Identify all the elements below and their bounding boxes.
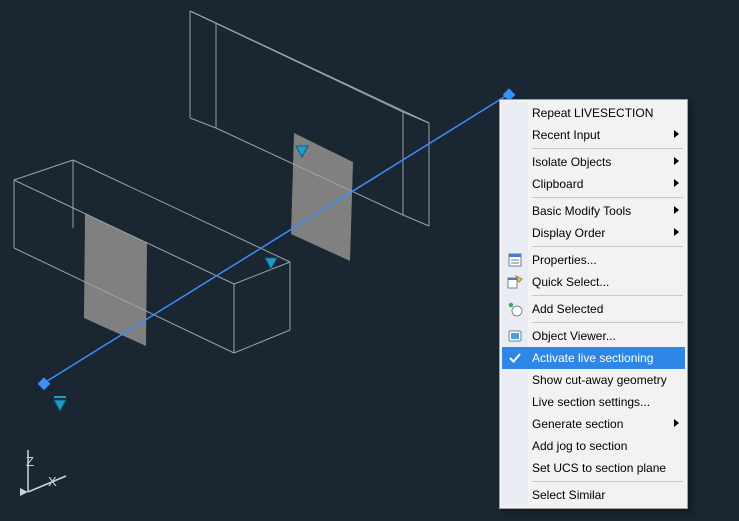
properties-icon: [507, 252, 523, 268]
menu-label: Activate live sectioning: [532, 351, 653, 365]
menu-display-order[interactable]: Display Order: [502, 222, 685, 244]
menu-basic-modify-tools[interactable]: Basic Modify Tools: [502, 200, 685, 222]
menu-quick-select[interactable]: Quick Select...: [502, 271, 685, 293]
menu-show-cutaway-geometry[interactable]: Show cut-away geometry: [502, 369, 685, 391]
menu-properties[interactable]: Properties...: [502, 249, 685, 271]
menu-select-similar[interactable]: Select Similar: [502, 484, 685, 506]
menu-add-jog-to-section[interactable]: Add jog to section: [502, 435, 685, 457]
menu-label: Live section settings...: [532, 395, 650, 409]
menu-label: Properties...: [532, 253, 597, 267]
quick-select-icon: [507, 274, 523, 290]
submenu-arrow-icon: [674, 206, 679, 214]
menu-activate-live-sectioning[interactable]: Activate live sectioning: [502, 347, 685, 369]
menu-label: Clipboard: [532, 177, 583, 191]
menu-separator: [532, 148, 683, 149]
menu-label: Add jog to section: [532, 439, 627, 453]
submenu-arrow-icon: [674, 179, 679, 187]
menu-isolate-objects[interactable]: Isolate Objects: [502, 151, 685, 173]
menu-label: Recent Input: [532, 128, 600, 142]
submenu-arrow-icon: [674, 228, 679, 236]
menu-label: Basic Modify Tools: [532, 204, 631, 218]
menu-label: Set UCS to section plane: [532, 461, 666, 475]
menu-generate-section[interactable]: Generate section: [502, 413, 685, 435]
submenu-arrow-icon: [674, 157, 679, 165]
menu-label: Select Similar: [532, 488, 605, 502]
menu-clipboard[interactable]: Clipboard: [502, 173, 685, 195]
menu-label: Show cut-away geometry: [532, 373, 667, 387]
menu-separator: [532, 246, 683, 247]
section-direction-grip[interactable]: [54, 397, 66, 411]
menu-label: Object Viewer...: [532, 329, 616, 343]
submenu-arrow-icon: [674, 130, 679, 138]
menu-separator: [532, 295, 683, 296]
menu-label: Repeat LIVESECTION: [532, 106, 653, 120]
menu-repeat-livesection[interactable]: Repeat LIVESECTION: [502, 102, 685, 124]
menu-set-ucs-to-section-plane[interactable]: Set UCS to section plane: [502, 457, 685, 479]
menu-separator: [532, 481, 683, 482]
drawing-viewport[interactable]: Z X Repeat LIVESECTION Recent Input Isol…: [0, 0, 739, 521]
menu-separator: [532, 322, 683, 323]
menu-recent-input[interactable]: Recent Input: [502, 124, 685, 146]
menu-live-section-settings[interactable]: Live section settings...: [502, 391, 685, 413]
menu-object-viewer[interactable]: Object Viewer...: [502, 325, 685, 347]
menu-label: Isolate Objects: [532, 155, 611, 169]
add-selected-icon: [507, 301, 523, 317]
menu-separator: [532, 197, 683, 198]
check-icon: [508, 351, 522, 365]
context-menu: Repeat LIVESECTION Recent Input Isolate …: [499, 99, 688, 509]
menu-label: Quick Select...: [532, 275, 609, 289]
menu-label: Add Selected: [532, 302, 603, 316]
object-viewer-icon: [507, 328, 523, 344]
menu-label: Display Order: [532, 226, 605, 240]
menu-label: Generate section: [532, 417, 623, 431]
submenu-arrow-icon: [674, 419, 679, 427]
menu-add-selected[interactable]: Add Selected: [502, 298, 685, 320]
